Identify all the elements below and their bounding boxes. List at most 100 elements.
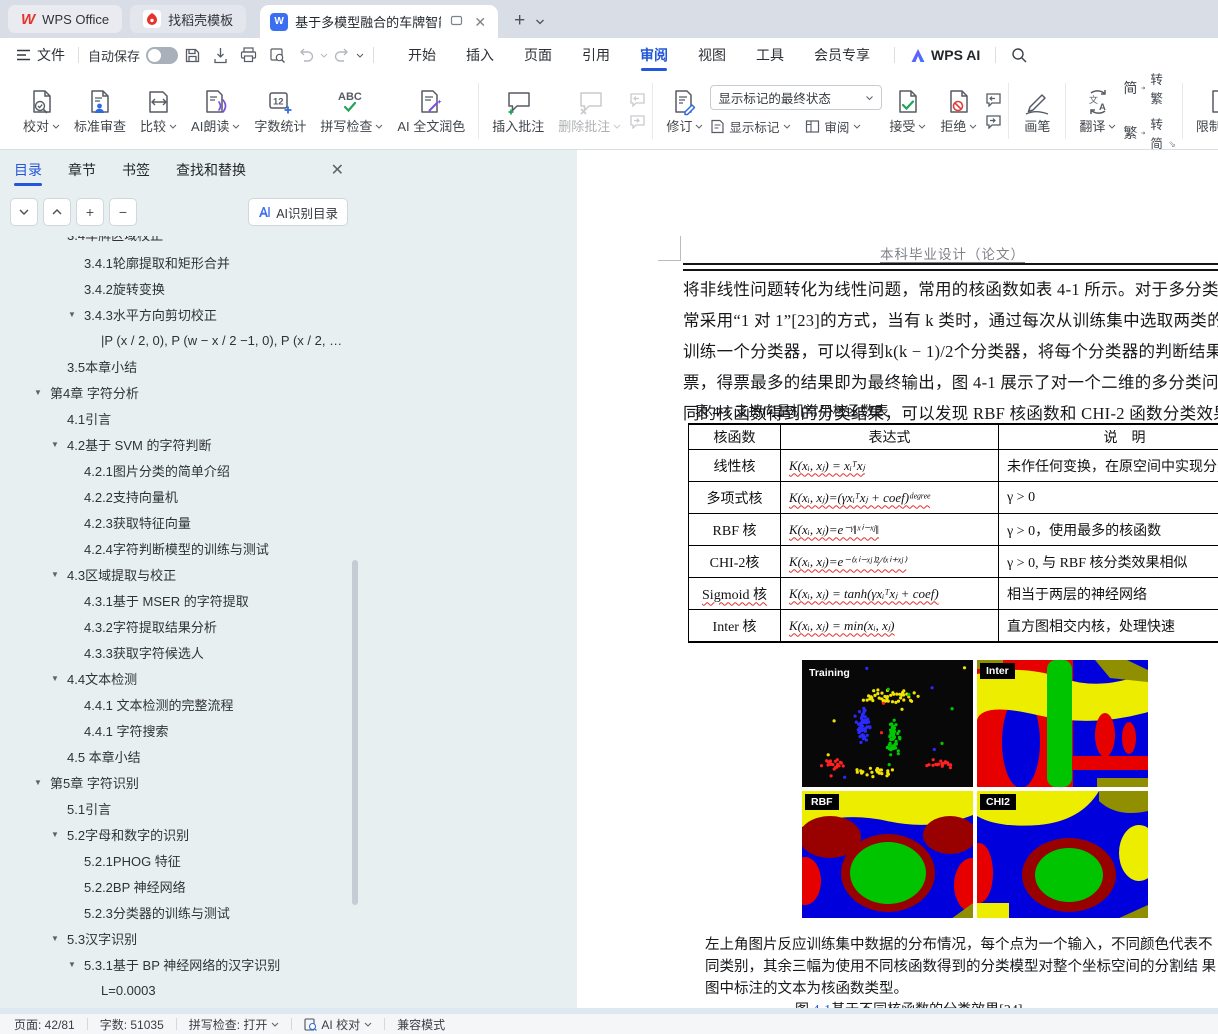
toc-item[interactable]: ▼3.4.3水平方向剪切校正 xyxy=(0,301,350,327)
simplified-to-traditional-button[interactable]: 简 转繁 xyxy=(1123,69,1166,107)
toc-item[interactable]: ▼5.2字母和数字的识别 xyxy=(0,821,350,847)
menu-tab-5[interactable]: 审阅 xyxy=(625,38,683,72)
undo-caret-icon[interactable] xyxy=(320,53,328,58)
word-count-button[interactable]: 12 字数统计 xyxy=(247,84,313,138)
proofread-button[interactable]: 校对 xyxy=(16,84,67,138)
collapse-arrow-icon[interactable]: ▼ xyxy=(68,960,84,969)
collapse-arrow-icon[interactable]: ▼ xyxy=(51,674,67,683)
nav-tab-3[interactable]: 书签 xyxy=(122,150,150,190)
nav-tab-1[interactable]: 目录 xyxy=(14,150,42,190)
toc-item[interactable]: 4.4.1 文本检测的完整流程 xyxy=(0,691,350,717)
search-icon[interactable] xyxy=(1005,44,1033,66)
toc-item[interactable]: ▼第4章 字符分析 xyxy=(0,379,350,405)
toc-item[interactable]: 3.5本章小结 xyxy=(0,353,350,379)
restrict-editing-button[interactable]: 限制编辑 xyxy=(1189,84,1218,138)
ai-proofread-status[interactable]: AI 校对 xyxy=(304,1016,372,1033)
tab-list-caret-icon[interactable] xyxy=(535,12,545,30)
expand-all-button[interactable] xyxy=(10,198,38,226)
accept-revision-button[interactable]: 接受 xyxy=(882,84,933,138)
collapse-arrow-icon[interactable]: ▼ xyxy=(34,388,50,397)
spellcheck-status[interactable]: 拼写检查: 打开 xyxy=(189,1016,280,1033)
toc-item[interactable]: 4.3.1基于 MSER 的字符提取 xyxy=(0,587,350,613)
dialog-launcher-icon[interactable]: ⇘ xyxy=(1168,139,1176,150)
standard-review-button[interactable]: 标准审查 xyxy=(67,84,133,138)
previous-revision-icon[interactable] xyxy=(984,92,1002,107)
insert-comment-button[interactable]: 插入批注 xyxy=(485,84,551,138)
print-button[interactable] xyxy=(234,44,263,66)
menu-tab-2[interactable]: 插入 xyxy=(451,38,509,72)
zoom-out-level-button[interactable]: − xyxy=(109,198,137,226)
compare-button[interactable]: 比较 xyxy=(133,84,184,138)
zoom-in-level-button[interactable]: + xyxy=(76,198,104,226)
traditional-to-simplified-button[interactable]: 繁 转简 xyxy=(1123,114,1166,152)
toc-item[interactable]: 5.2.1PHOG 特征 xyxy=(0,847,350,873)
nav-tab-4[interactable]: 查找和替换 xyxy=(176,150,246,190)
collapse-arrow-icon[interactable]: ▼ xyxy=(51,440,67,449)
toc-item[interactable]: 4.1引言 xyxy=(0,405,350,431)
toc-item[interactable]: 4.2.4字符判断模型的训练与测试 xyxy=(0,535,350,561)
print-preview-button[interactable] xyxy=(263,44,292,66)
collapse-arrow-icon[interactable]: ▼ xyxy=(51,830,67,839)
file-menu[interactable]: 文件 xyxy=(12,45,69,65)
toc-item[interactable]: 4.3.2字符提取结果分析 xyxy=(0,613,350,639)
toc-item[interactable]: 4.2.1图片分类的简单介绍 xyxy=(0,457,350,483)
toc-item[interactable]: L=0.0003 xyxy=(0,977,350,1003)
track-changes-button[interactable]: 修订 xyxy=(659,84,710,138)
export-pdf-button[interactable] xyxy=(207,44,234,67)
menu-tab-6[interactable]: 视图 xyxy=(683,38,741,72)
page-indicator[interactable]: 页面: 42/81 xyxy=(14,1016,75,1033)
toc-item[interactable]: ▼第5章 字符识别 xyxy=(0,769,350,795)
toc-item[interactable]: ▼5.3汉字识别 xyxy=(0,925,350,951)
history-caret-icon[interactable] xyxy=(356,53,364,58)
word-count-indicator[interactable]: 字数: 51035 xyxy=(100,1016,164,1033)
ai-polish-button[interactable]: AI 全文润色 xyxy=(390,84,472,138)
translate-button[interactable]: 文 A 翻译 xyxy=(1072,84,1123,138)
menu-tab-1[interactable]: 开始 xyxy=(393,38,451,72)
compat-mode-indicator[interactable]: 兼容模式 xyxy=(397,1016,445,1033)
menu-tab-7[interactable]: 工具 xyxy=(741,38,799,72)
toc-item[interactable]: 3.4.2旋转变换 xyxy=(0,275,350,301)
close-pane-icon[interactable]: ✕ xyxy=(331,160,344,180)
ai-recognize-toc-button[interactable]: AI识别目录 xyxy=(248,198,348,226)
toc-item[interactable]: 5.2.3分类器的训练与测试 xyxy=(0,899,350,925)
review-pane-button[interactable]: 审阅 xyxy=(805,117,861,136)
menu-tab-8[interactable]: 会员专享 xyxy=(799,38,885,72)
toc-item[interactable]: 4.3.3获取字符候选人 xyxy=(0,639,350,665)
collapse-all-button[interactable] xyxy=(43,198,71,226)
menu-tab-4[interactable]: 引用 xyxy=(567,38,625,72)
tab-document-active[interactable]: W 基于多模型融合的车牌智能识 ✕ xyxy=(260,5,498,38)
collapse-arrow-icon[interactable]: ▼ xyxy=(51,934,67,943)
next-revision-icon[interactable] xyxy=(984,114,1002,129)
show-markup-button[interactable]: 显示标记 xyxy=(710,117,791,136)
tab-wps-office[interactable]: W WPS Office xyxy=(8,5,122,33)
markup-state-select[interactable]: 显示标记的最终状态 xyxy=(710,85,882,110)
collapse-arrow-icon[interactable]: ▼ xyxy=(51,570,67,579)
toc-item[interactable]: 3.4车牌区域校正 xyxy=(0,236,350,249)
wps-ai-button[interactable]: WPS AI xyxy=(904,47,986,63)
spell-check-button[interactable]: ABC 拼写检查 xyxy=(313,84,390,138)
ai-read-aloud-button[interactable]: AI朗读 xyxy=(184,84,247,138)
collapse-arrow-icon[interactable]: ▼ xyxy=(34,778,50,787)
toc-item[interactable]: ▼4.2基于 SVM 的字符判断 xyxy=(0,431,350,457)
collapse-arrow-icon[interactable]: ▼ xyxy=(68,310,84,319)
toc-item[interactable]: 4.4.1 字符搜索 xyxy=(0,717,350,743)
tab-docer-templates[interactable]: 找稻壳模板 xyxy=(130,5,246,33)
close-tab-icon[interactable]: ✕ xyxy=(472,13,488,31)
toc-item[interactable]: 4.2.3获取特征向量 xyxy=(0,509,350,535)
autosave-toggle[interactable] xyxy=(146,47,178,64)
toc-item[interactable]: 3.4.1轮廓提取和矩形合并 xyxy=(0,249,350,275)
reject-revision-button[interactable]: 拒绝 xyxy=(933,84,984,138)
toc-item[interactable]: ▼4.3区域提取与校正 xyxy=(0,561,350,587)
toc-item[interactable]: 4.5 本章小结 xyxy=(0,743,350,769)
toc-item[interactable]: 5.2.2BP 神经网络 xyxy=(0,873,350,899)
save-button[interactable] xyxy=(178,44,207,67)
menu-tab-3[interactable]: 页面 xyxy=(509,38,567,72)
toc-item[interactable]: ▼4.4文本检测 xyxy=(0,665,350,691)
ink-pen-button[interactable]: 画笔 xyxy=(1015,84,1059,138)
toc-item[interactable]: |P (x / 2, 0), P (w − x / 2 −1, 0), P (x… xyxy=(0,327,350,353)
new-tab-button[interactable]: + xyxy=(514,10,525,32)
separate-window-icon[interactable] xyxy=(448,12,465,31)
toc-item[interactable]: 5.1引言 xyxy=(0,795,350,821)
toc-item[interactable]: 4.2.2支持向量机 xyxy=(0,483,350,509)
nav-scrollbar-thumb[interactable] xyxy=(352,560,358,905)
